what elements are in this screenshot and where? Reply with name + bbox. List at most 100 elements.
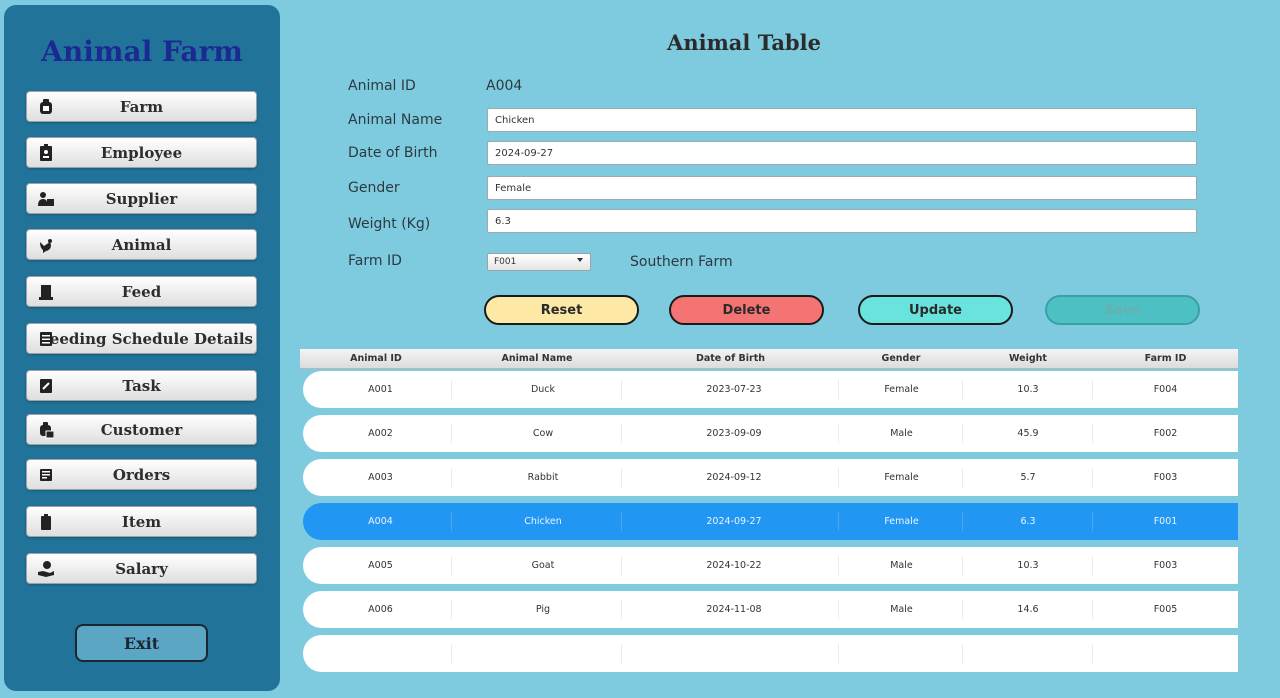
cell-weight: 45.9 [1017, 428, 1039, 439]
app-title: Animal Farm [41, 35, 243, 68]
table-row[interactable]: A002 Cow 2023-09-09 Male 45.9 F002 [303, 415, 1238, 452]
nav-label: Salary [115, 559, 168, 578]
nav-feeding-schedule-button[interactable]: Feeding Schedule Details [26, 323, 257, 354]
weight-label: Weight (Kg) [348, 216, 431, 232]
cell-gender: Female [884, 384, 919, 395]
cell-gender: Male [890, 560, 913, 571]
cell-animal-name: Rabbit [527, 472, 559, 483]
column-header-date-of-birth[interactable]: Date of Birth [622, 349, 839, 368]
table-row[interactable]: A006 Pig 2024-11-08 Male 14.6 F005 [303, 591, 1238, 628]
clipboard-icon [41, 514, 51, 530]
farm-icon [40, 99, 52, 114]
table-row[interactable]: A004 Chicken 2024-09-27 Female 6.3 F001 [303, 503, 1238, 540]
cell-date-of-birth: 2023-09-09 [706, 428, 762, 439]
cell-gender: Female [884, 472, 919, 483]
farm-name-value: Southern Farm [630, 254, 733, 270]
nav-customer-button[interactable]: Customer [26, 414, 257, 445]
cell-animal-name: Goat [531, 560, 555, 571]
table-row[interactable] [303, 635, 1238, 672]
column-header-gender[interactable]: Gender [839, 349, 963, 368]
cell-animal-name: Cow [532, 428, 554, 439]
table-row[interactable]: A003 Rabbit 2024-09-12 Female 5.7 F003 [303, 459, 1238, 496]
cell-gender [840, 635, 963, 672]
cell-weight: 10.3 [1017, 384, 1039, 395]
column-header-animal-id[interactable]: Animal ID [300, 349, 452, 368]
dob-input[interactable] [487, 141, 1197, 165]
table-header: Animal ID Animal Name Date of Birth Gend… [300, 349, 1238, 369]
save-button[interactable]: Save [1045, 295, 1200, 325]
cell-farm-id: F001 [1153, 516, 1178, 527]
cell-farm-id: F003 [1153, 560, 1178, 571]
column-header-farm-id[interactable]: Farm ID [1093, 349, 1238, 368]
cell-weight: 6.3 [1020, 516, 1036, 527]
animal-name-label: Animal Name [348, 112, 443, 128]
farm-id-label: Farm ID [348, 253, 402, 269]
column-header-animal-name[interactable]: Animal Name [452, 349, 622, 368]
cell-date-of-birth [628, 635, 840, 672]
weight-input[interactable] [487, 209, 1197, 233]
dob-label: Date of Birth [348, 145, 438, 161]
nav-employee-button[interactable]: Employee [26, 137, 257, 168]
nav-supplier-button[interactable]: Supplier [26, 183, 257, 214]
column-header-weight[interactable]: Weight [963, 349, 1093, 368]
nav-item-button[interactable]: Item [26, 506, 257, 537]
orders-icon [40, 469, 52, 481]
farm-id-select[interactable]: F001 [487, 253, 591, 271]
cell-farm-id: F003 [1153, 472, 1178, 483]
chicken-icon [40, 239, 52, 253]
cell-gender: Male [890, 604, 913, 615]
cell-animal-name [458, 635, 628, 672]
cell-animal-id: A001 [368, 384, 393, 395]
sidebar: Animal Farm Farm Employee Supplier Anima… [4, 5, 280, 691]
table-row[interactable]: A001 Duck 2023-07-23 Female 10.3 F004 [303, 371, 1238, 408]
reset-button[interactable]: Reset [484, 295, 639, 325]
nav-label: Animal [111, 235, 172, 254]
animal-name-input[interactable] [487, 108, 1197, 132]
cell-farm-id [1093, 635, 1238, 672]
cell-animal-name: Chicken [524, 516, 562, 527]
cell-animal-id: A006 [368, 604, 393, 615]
cell-animal-id: A002 [368, 428, 393, 439]
delete-button[interactable]: Delete [669, 295, 824, 325]
gender-label: Gender [348, 180, 400, 196]
cell-date-of-birth: 2024-11-08 [706, 604, 762, 615]
cell-date-of-birth: 2024-09-12 [706, 472, 762, 483]
nav-label: Customer [100, 420, 183, 439]
cell-farm-id: F005 [1153, 604, 1178, 615]
cell-gender: Male [890, 428, 913, 439]
cell-animal-name: Duck [530, 384, 556, 395]
cell-animal-id [303, 635, 458, 672]
cell-animal-id: A003 [368, 472, 393, 483]
nav-animal-button[interactable]: Animal [26, 229, 257, 260]
cell-weight: 14.6 [1017, 604, 1039, 615]
nav-label: Item [121, 512, 162, 531]
cell-date-of-birth: 2024-09-27 [706, 516, 762, 527]
cell-date-of-birth: 2024-10-22 [706, 560, 762, 571]
salary-icon [38, 561, 54, 577]
list-icon [40, 332, 52, 346]
table-row[interactable]: A005 Goat 2024-10-22 Male 10.3 F003 [303, 547, 1238, 584]
cell-weight: 5.7 [1020, 472, 1036, 483]
cell-weight [963, 635, 1093, 672]
nav-feed-button[interactable]: Feed [26, 276, 257, 307]
cell-farm-id: F004 [1153, 384, 1178, 395]
exit-button[interactable]: Exit [75, 624, 208, 662]
update-button[interactable]: Update [858, 295, 1013, 325]
task-icon [40, 379, 52, 393]
nav-label: Supplier [105, 189, 178, 208]
customer-icon [40, 422, 54, 439]
nav-label: Task [122, 376, 161, 395]
chevron-down-icon [577, 258, 583, 262]
nav-label: Feed [121, 282, 162, 301]
gender-input[interactable] [487, 176, 1197, 200]
cell-date-of-birth: 2023-07-23 [706, 384, 762, 395]
nav-label: Feeding Schedule Details [39, 329, 254, 348]
nav-orders-button[interactable]: Orders [26, 459, 257, 490]
nav-task-button[interactable]: Task [26, 370, 257, 401]
farm-id-selected-value: F001 [494, 257, 517, 267]
nav-salary-button[interactable]: Salary [26, 553, 257, 584]
id-badge-icon [40, 144, 52, 161]
cell-animal-name: Pig [535, 604, 551, 615]
animal-id-value: A004 [486, 78, 523, 94]
nav-farm-button[interactable]: Farm [26, 91, 257, 122]
